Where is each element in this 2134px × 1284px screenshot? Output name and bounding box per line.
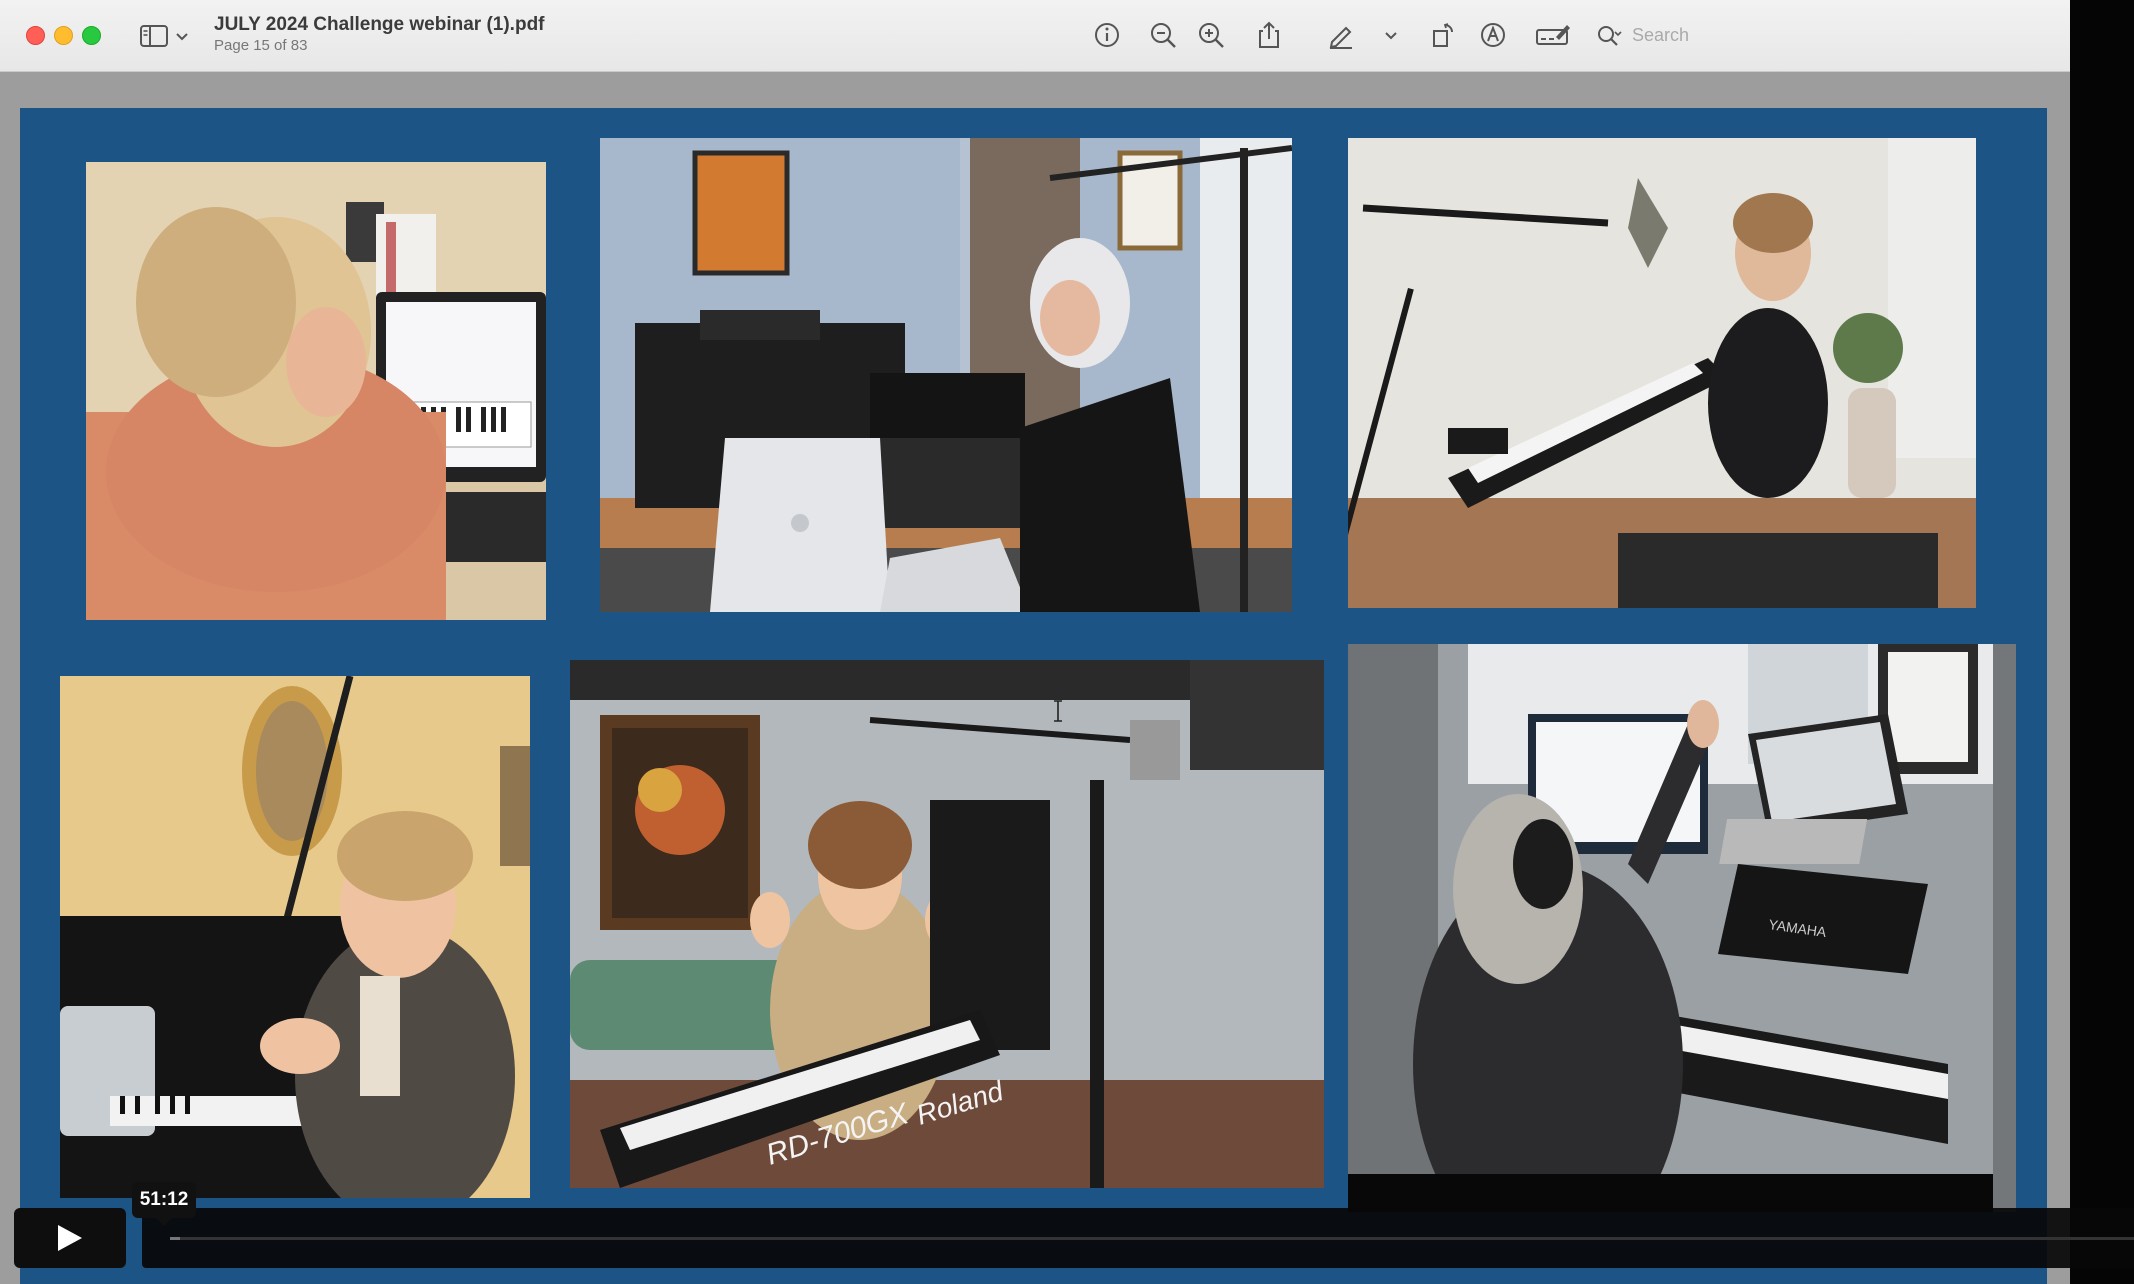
- seek-bar-track: [170, 1237, 2134, 1240]
- rotate-icon[interactable]: [1428, 20, 1458, 50]
- close-window-button[interactable]: [26, 26, 45, 45]
- info-icon[interactable]: [1092, 20, 1122, 50]
- photo-woman-clapping-at-piano: [60, 676, 530, 1198]
- search-placeholder: Search: [1632, 25, 1690, 45]
- video-controls: [0, 1196, 2134, 1284]
- document-title: JULY 2024 Challenge webinar (1).pdf: [214, 14, 545, 35]
- search-icon: [1598, 26, 1622, 46]
- photo-woman-at-computer-keyboard: [86, 162, 546, 620]
- seek-bar[interactable]: [142, 1208, 2134, 1268]
- markup-pen-icon[interactable]: [1326, 20, 1356, 50]
- title-bar: JULY 2024 Challenge webinar (1).pdf Page…: [0, 0, 2070, 72]
- pdf-page: RD-700GX Roland YAMAHA: [20, 108, 2047, 1284]
- photo-woman-at-digital-piano-with-laptop: [600, 138, 1292, 612]
- markup-options-chevron-icon[interactable]: [1376, 20, 1406, 50]
- zoom-out-icon[interactable]: [1148, 20, 1178, 50]
- annotate-icon[interactable]: [1478, 20, 1508, 50]
- video-right-edge: [2070, 0, 2134, 1284]
- preview-window: JULY 2024 Challenge webinar (1).pdf Page…: [0, 0, 2070, 1284]
- sidebar-toggle-button[interactable]: [140, 24, 190, 48]
- search-field[interactable]: Search: [1594, 22, 1984, 50]
- photo-woman-conducting-at-yamaha-piano: YAMAHA: [1348, 644, 2016, 1212]
- share-icon[interactable]: [1254, 20, 1284, 50]
- signature-icon[interactable]: [1534, 20, 1572, 50]
- minimize-window-button[interactable]: [54, 26, 73, 45]
- photo-woman-waving-at-roland-keyboard: RD-700GX Roland: [570, 660, 1324, 1188]
- zoom-in-icon[interactable]: [1196, 20, 1226, 50]
- chevron-down-icon: [176, 33, 188, 41]
- ibeam-cursor-icon: [1054, 700, 1062, 722]
- play-button[interactable]: [14, 1208, 126, 1268]
- page-indicator: Page 15 of 83: [214, 37, 308, 54]
- sidebar-icon: [140, 25, 168, 47]
- photo-woman-at-stage-piano: [1348, 138, 1976, 608]
- maximize-window-button[interactable]: [82, 26, 101, 45]
- time-tooltip: 51:12: [132, 1182, 196, 1226]
- seek-bar-progress: [170, 1237, 180, 1240]
- play-icon: [58, 1225, 82, 1251]
